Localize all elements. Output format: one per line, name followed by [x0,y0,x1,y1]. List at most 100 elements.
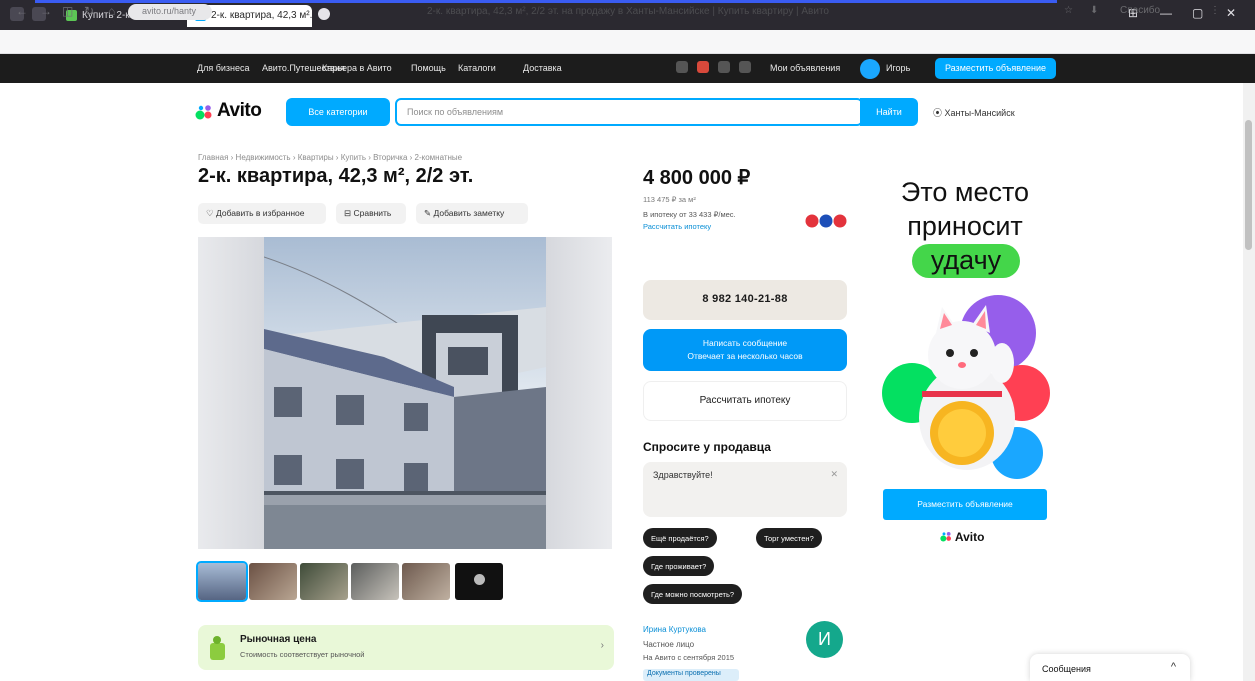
back-icon[interactable]: ← [16,4,28,18]
bank-logos-icon [805,214,847,228]
banner-subtitle: Стоимость соответствует рыночной [240,650,365,659]
seller-type: Частное лицо [643,640,695,649]
forward-icon[interactable]: → [40,4,52,18]
avatar[interactable]: И [806,621,843,658]
url-chip[interactable]: avito.ru/hanty [128,4,212,20]
close-icon[interactable]: ✕ [830,469,838,480]
thumbnail[interactable] [196,561,248,602]
heart-icon[interactable] [676,61,688,73]
quick-question-chip[interactable]: Торг уместен? [756,528,822,548]
ask-seller-heading: Спросите у продавца [643,440,771,454]
ad-line: приносит [907,211,1023,241]
profile-chip[interactable]: Спасибо [1120,5,1160,16]
play-icon [474,574,485,585]
avatar[interactable] [860,59,880,79]
ad-logo-text: Avito [954,530,985,544]
price: 4 800 000 ₽ [643,167,751,189]
ad-button[interactable]: Разместить объявление [883,489,1047,520]
topbar-link[interactable]: Помощь [411,63,446,73]
logo-text: Avito [217,100,262,121]
selection-highlight [35,0,1057,3]
messages-label: Сообщения [1042,664,1091,674]
quick-question-chip[interactable]: Ещё продаётся? [643,528,717,548]
quick-question-chip[interactable]: Где проживает? [643,556,715,576]
chat-icon[interactable] [718,61,730,73]
logo-dots-icon [940,531,951,542]
messages-panel[interactable]: Сообщения ^ [1030,654,1190,681]
search-input[interactable]: Поиск по объявлениям [395,98,863,126]
shield-icon[interactable]: ◫ [62,4,73,18]
breadcrumb[interactable]: Главная › Недвижимость › Квартиры › Купи… [198,153,462,162]
status-badge: Документы проверены [643,669,739,681]
all-categories-button[interactable]: Все категории [286,98,390,126]
thumbnail[interactable] [402,563,450,600]
scrollbar-thumb[interactable] [1245,120,1252,250]
chevron-up-icon[interactable]: ^ [1171,661,1176,673]
location-label: Ханты-Мансийск [944,108,1015,118]
ask-seller-input[interactable]: Здравствуйте! ✕ [643,462,847,517]
thumbnail[interactable] [351,563,399,600]
write-message-button[interactable]: Написать сообщение Отвечает за несколько… [643,329,847,371]
ad-line: Это место [900,177,1030,207]
reload-icon[interactable]: ↻ [84,4,94,18]
button-label: Добавить заметку [433,208,505,218]
address-title[interactable]: 2-к. квартира, 42,3 м², 2/2 эт. на прода… [258,6,998,17]
mortgage-link[interactable]: Рассчитать ипотеку [643,222,711,231]
main-photo[interactable] [198,237,612,549]
ad-banner[interactable]: Это место приносит удачу Разместить объя… [870,165,1060,555]
menu-icon[interactable]: ⋮ [1210,5,1220,16]
mortgage-text: В ипотеку от 33 433 ₽/мес. [643,210,736,219]
add-note-button[interactable]: ✎ Добавить заметку [416,203,528,224]
post-ad-button[interactable]: Разместить объявление [935,58,1056,79]
download-icon[interactable]: ⬇ [1090,5,1098,16]
page-title: 2-к. квартира, 42,3 м², 2/2 эт. [198,165,474,187]
topbar-link[interactable]: Доставка [523,63,562,73]
site-topbar [0,54,1255,83]
home-icon[interactable]: ⌂ [108,4,115,18]
building-photo [264,237,546,549]
price-per-m2: 113 475 ₽ за м² [643,195,696,204]
bookmark-icon[interactable]: ☆ [1064,5,1073,16]
seller-since: На Авито с сентября 2015 [643,653,735,662]
photo-blur-right [546,237,612,549]
compare-button[interactable]: ⊟ Сравнить [336,203,406,224]
topbar-link[interactable]: Каталоги [458,63,496,73]
logo-dots-icon [195,105,212,120]
button-label: Сравнить [353,208,392,218]
lucky-cat-illustration [882,295,1050,479]
ad-highlight: удачу [912,244,1020,278]
maximize-button[interactable]: ▢ [1192,6,1203,20]
chevron-right-icon: › [600,640,604,651]
add-favorite-button[interactable]: ♡ Добавить в избранное [198,203,326,224]
my-ads-link[interactable]: Мои объявления [770,63,840,73]
seller-name-link[interactable]: Ирина Куртукова [643,625,706,634]
photo-blur-left [198,237,264,549]
user-name[interactable]: Игорь [886,63,910,73]
market-price-banner[interactable]: Рыночная цена Стоимость соответствует ры… [198,625,614,670]
button-label: Написать сообщение [702,338,788,348]
minimize-button[interactable]: — [1160,6,1172,20]
button-label: Добавить в избранное [215,208,305,218]
calc-mortgage-button[interactable]: Рассчитать ипотеку [643,381,847,421]
heart-icon: ♡ [206,208,216,218]
address-bar [0,30,1255,54]
topbar-link[interactable]: Карьера в Авито [322,63,392,73]
thumbnail[interactable] [300,563,348,600]
find-button[interactable]: Найти [860,98,918,126]
price-tag-icon [210,636,225,660]
avito-logo[interactable]: Avito [195,100,275,124]
thumbnail[interactable] [249,563,297,600]
ad-logo: Avito [940,530,984,544]
quick-question-chip[interactable]: Где можно посмотреть? [643,584,743,604]
topbar-link[interactable]: Для бизнеса [197,63,250,73]
bell-icon[interactable] [739,61,751,73]
location-selector[interactable]: ⦿ Ханты-Мансийск [933,106,1015,119]
ask-input-value: Здравствуйте! [653,470,713,480]
button-sublabel: Отвечает за несколько часов [687,351,803,361]
show-phone-button[interactable]: 8 982 140-21-88 [643,280,847,320]
video-thumbnail[interactable] [455,563,503,600]
banner-title: Рыночная цена [240,634,317,645]
cart-icon[interactable] [697,61,709,73]
pin-icon: ⦿ [933,108,945,118]
close-window-button[interactable]: ✕ [1226,6,1236,20]
